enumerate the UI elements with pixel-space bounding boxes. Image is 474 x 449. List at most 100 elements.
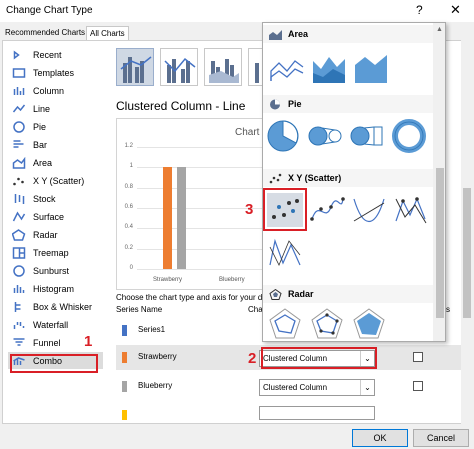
y-tick-label: 0.4 xyxy=(124,224,133,231)
sidebar-item-x-y-scatter-[interactable]: X Y (Scatter) xyxy=(8,172,103,189)
pie-of-pie-option-icon[interactable] xyxy=(307,119,343,153)
scatter-smooth-lines-markers-option-icon[interactable] xyxy=(309,193,345,227)
sidebar-item-column[interactable]: Column xyxy=(8,82,103,99)
close-button[interactable]: ✕ xyxy=(450,2,461,18)
scatter-smooth-lines-option-icon[interactable] xyxy=(351,193,387,227)
help-button[interactable]: ? xyxy=(416,3,423,17)
tab-recommended-charts[interactable]: Recommended Charts xyxy=(2,26,88,40)
ok-button[interactable]: OK xyxy=(352,429,408,447)
section-header-radar: Radar xyxy=(263,285,433,303)
radar-markers-option-icon[interactable] xyxy=(309,307,345,341)
area-chart-option-icon[interactable] xyxy=(269,51,305,85)
clustered-column-line-icon[interactable] xyxy=(116,48,154,86)
stock-icon xyxy=(14,193,25,204)
y-tick-label: 0.2 xyxy=(124,244,133,251)
sidebar-item-label: Bar xyxy=(33,139,48,150)
window-title: Change Chart Type xyxy=(6,5,93,16)
sidebar-item-treemap[interactable]: Treemap xyxy=(8,244,103,261)
stacked-area-option-icon[interactable] xyxy=(311,51,347,85)
sidebar-item-pie[interactable]: Pie xyxy=(8,118,103,135)
sunburst-icon xyxy=(13,264,25,277)
x-y-scatter--icon xyxy=(13,177,24,185)
sidebar-item-histogram[interactable]: Histogram xyxy=(8,280,103,297)
annotation-marker-1: 1 xyxy=(84,333,93,350)
combo-subtitle: Clustered Column - Line xyxy=(116,99,246,113)
y-tick-label: 0 xyxy=(129,265,133,271)
stacked-area-column-icon[interactable] xyxy=(204,48,242,86)
scroll-up-icon[interactable]: ▲ xyxy=(436,26,443,33)
recent-icon xyxy=(13,50,20,59)
sidebar-item-label: X Y (Scatter) xyxy=(33,175,85,186)
secondary-axis-checkbox[interactable] xyxy=(413,381,423,391)
sidebar-item-label: Pie xyxy=(33,121,47,132)
sidebar-item-bar[interactable]: Bar xyxy=(8,136,103,153)
chart-type-dropdown[interactable]: Clustered Column ⌄ xyxy=(259,379,375,396)
chart-type-dropdown-panel: Area Pie X Y (Scatter) Radar ▲ xyxy=(262,22,446,342)
histogram-icon xyxy=(13,284,25,293)
scatter-straight-lines-option-icon[interactable] xyxy=(267,235,303,269)
section-header-area: Area xyxy=(263,25,433,43)
tab-all-charts[interactable]: All Charts xyxy=(86,26,129,40)
sidebar-item-line[interactable]: Line xyxy=(8,100,103,117)
sidebar-item-label: Stock xyxy=(33,193,56,204)
line-icon xyxy=(12,104,26,112)
pie-icon xyxy=(13,120,25,133)
bar-icon xyxy=(13,139,24,148)
series-name: Series1 xyxy=(138,325,166,334)
waterfall-icon xyxy=(13,321,25,329)
sidebar-item-label: Box & Whisker xyxy=(33,301,93,312)
chevron-down-icon[interactable]: ⌄ xyxy=(360,380,374,395)
sidebar-item-box-whisker[interactable]: Box & Whisker xyxy=(8,298,103,315)
panel-scrollbar[interactable]: ▲ xyxy=(433,23,445,341)
sidebar-item-label: Surface xyxy=(33,211,65,222)
filled-radar-option-icon[interactable] xyxy=(351,307,387,341)
sidebar-item-radar[interactable]: Radar xyxy=(8,226,103,243)
scrollbar-thumb[interactable] xyxy=(436,168,444,318)
chart-bar xyxy=(163,167,172,269)
secondary-axis-checkbox[interactable] xyxy=(413,352,423,362)
sidebar-item-label: Recent xyxy=(33,49,62,60)
y-tick-label: 1.2 xyxy=(124,143,133,149)
chart-preview: Chart 1.2 1 0.8 0.6 0.4 0.2 0 Strawberry Blueber… xyxy=(116,118,287,290)
sidebar-item-label: Templates xyxy=(33,67,75,78)
sidebar-item-sunburst[interactable]: Sunburst xyxy=(8,262,103,279)
scrollbar-thumb[interactable] xyxy=(463,188,471,318)
series-color-swatch xyxy=(122,325,127,336)
doughnut-option-icon[interactable] xyxy=(391,119,427,153)
x-category-label: Strawberry xyxy=(153,277,183,283)
sidebar-item-surface[interactable]: Surface xyxy=(8,208,103,225)
series-color-swatch xyxy=(122,352,127,363)
clustered-column-line-secondary-axis-icon[interactable] xyxy=(160,48,198,86)
sidebar-item-label: Funnel xyxy=(33,337,61,348)
sidebar-item-label: Area xyxy=(33,157,53,168)
sidebar-item-templates[interactable]: Templates xyxy=(8,64,103,81)
radar-option-icon[interactable] xyxy=(267,307,303,341)
sidebar-item-area[interactable]: Area xyxy=(8,154,103,171)
box-whisker-icon xyxy=(14,301,21,312)
sidebar-item-label: Waterfall xyxy=(33,319,69,330)
sidebar-item-label: Column xyxy=(33,85,65,96)
y-tick-label: 1 xyxy=(129,163,133,170)
scatter-straight-lines-markers-option-icon[interactable] xyxy=(393,193,429,227)
scatter-icon xyxy=(269,173,282,184)
cancel-button[interactable]: Cancel xyxy=(413,429,469,447)
sidebar-item-stock[interactable]: Stock xyxy=(8,190,103,207)
series-name-header: Series Name xyxy=(116,305,163,314)
percent-area-option-icon[interactable] xyxy=(353,51,389,85)
y-tick-label: 0.8 xyxy=(124,183,133,190)
sidebar-item-waterfall[interactable]: Waterfall xyxy=(8,316,103,333)
bar-of-pie-option-icon[interactable] xyxy=(349,119,385,153)
secondary-axis-header: s xyxy=(446,305,450,314)
chart-type-dropdown[interactable] xyxy=(259,406,375,420)
sidebar-item-label: Histogram xyxy=(33,283,75,294)
section-header-pie: Pie xyxy=(263,95,433,113)
surface-icon xyxy=(12,211,26,221)
sidebar-item-recent[interactable]: Recent xyxy=(8,46,103,63)
sidebar-item-label: Line xyxy=(33,103,51,114)
annotation-marker-2: 2 xyxy=(248,350,257,367)
series-color-swatch xyxy=(122,381,127,392)
pie-option-icon[interactable] xyxy=(265,119,301,153)
dialog-scrollbar[interactable] xyxy=(461,40,473,424)
series-name: Strawberry xyxy=(138,352,177,361)
section-header-scatter: X Y (Scatter) xyxy=(263,169,433,187)
